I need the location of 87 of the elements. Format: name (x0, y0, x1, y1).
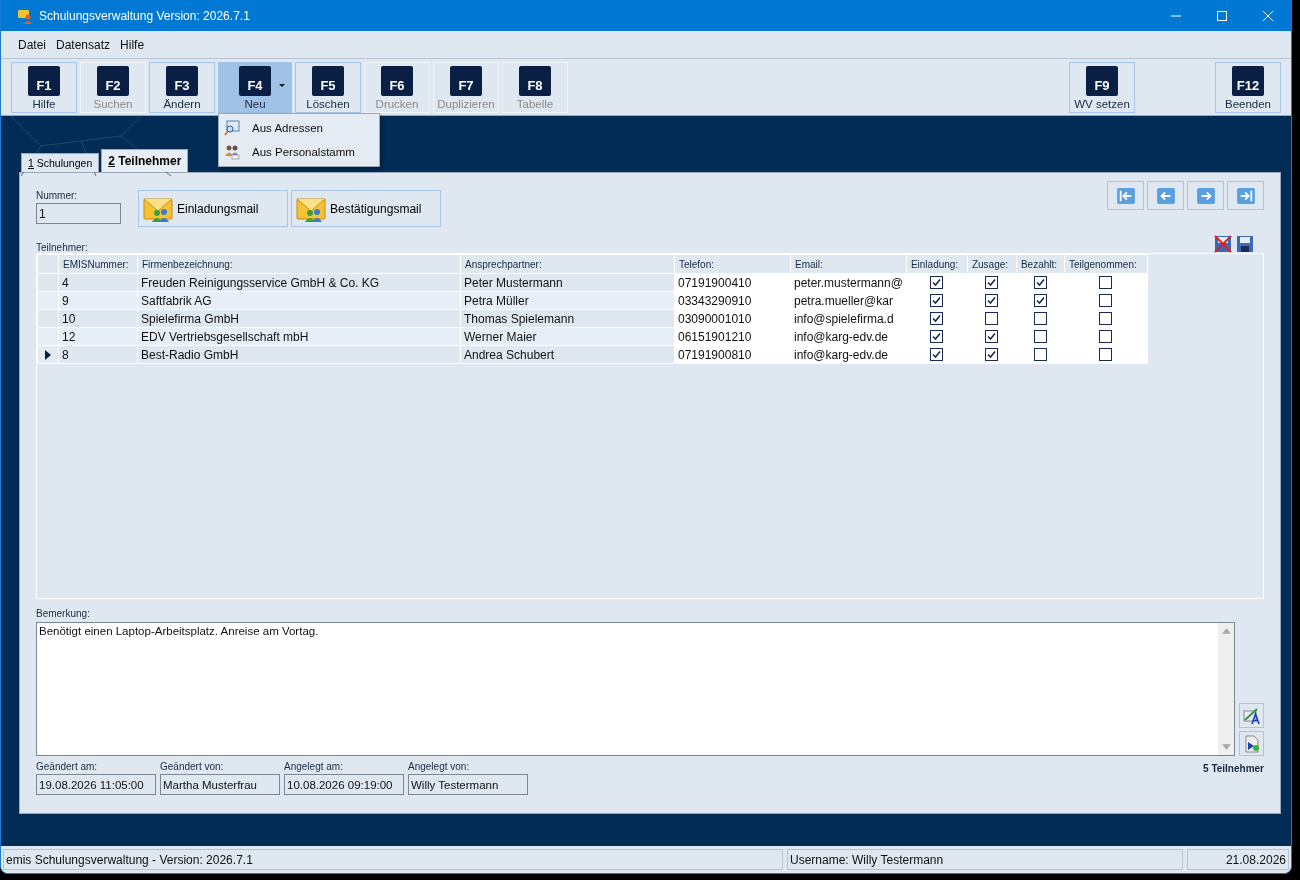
table-cell: Peter Mustermann (460, 273, 675, 292)
field-label: Angelegt von: (408, 761, 471, 772)
mail-button[interactable]: Einladungsmail (138, 190, 288, 227)
checkbox[interactable] (985, 276, 999, 289)
field-label: Nummer: (36, 190, 79, 201)
toolbar-button[interactable]: F1 Hilfe (11, 62, 77, 113)
checkbox[interactable] (1033, 348, 1047, 361)
table-cell: 10 (58, 309, 138, 328)
status-bar-panel: emis Schulungsverwaltung - Version: 2026.7.1 (3, 849, 783, 870)
search-icon (224, 120, 240, 136)
checkbox[interactable] (985, 330, 999, 343)
checkbox[interactable] (1033, 276, 1047, 289)
info-field[interactable]: Martha Musterfrau (160, 774, 280, 795)
row-pointer-icon (45, 349, 51, 360)
checkbox[interactable] (1033, 330, 1047, 343)
checkbox[interactable] (985, 312, 999, 325)
checkbox[interactable] (985, 294, 999, 307)
toolbar-button[interactable]: F4 Neu (218, 62, 292, 113)
arrow-left-icon (1156, 187, 1175, 204)
first-icon (1116, 187, 1135, 204)
field-label: Angelegt am: (284, 761, 344, 772)
column-header[interactable]: Zusage: (967, 254, 1017, 274)
menu-item[interactable]: Datei (18, 37, 46, 52)
table-cell: Thomas Spielemann (460, 309, 675, 328)
info-field[interactable]: Willy Testermann (408, 774, 528, 795)
toolbar-button[interactable]: F3 Ändern (149, 62, 215, 113)
checkbox[interactable] (930, 294, 944, 307)
checkbox[interactable] (1033, 312, 1047, 325)
checkbox[interactable] (1099, 348, 1113, 361)
checkbox[interactable] (1099, 312, 1113, 325)
field-label: Bemerkung: (36, 608, 91, 619)
next-record-button[interactable] (1187, 181, 1224, 210)
table-cell: Spielefirma GmbH (137, 309, 461, 328)
column-header[interactable]: EMISNummer: (58, 254, 138, 274)
people-icon (224, 144, 240, 160)
column-header[interactable]: Firmenbezeichnung: (137, 254, 461, 274)
tab[interactable]: 1 Schulungen (21, 153, 100, 172)
toolbar-button[interactable]: F5 Löschen (295, 62, 361, 113)
info-field[interactable]: 19.08.2026 11:05:00 (36, 774, 156, 795)
arrow-right-icon (1196, 187, 1215, 204)
run-document-button[interactable] (1239, 731, 1264, 756)
column-header[interactable]: Telefon: (674, 254, 791, 274)
first-record-button[interactable] (1107, 181, 1144, 210)
app-icon (17, 7, 33, 24)
save-icon[interactable] (1236, 235, 1254, 253)
window-title: Schulungsverwaltung Version: 2026.7.1 (39, 8, 250, 23)
last-icon (1236, 187, 1255, 204)
checkbox[interactable] (1099, 330, 1113, 343)
checkbox[interactable] (1099, 276, 1113, 289)
last-record-button[interactable] (1227, 181, 1264, 210)
checkbox[interactable] (930, 330, 944, 343)
table-cell: 4 (58, 273, 138, 292)
checkbox[interactable] (930, 348, 944, 361)
column-header[interactable]: Email: (790, 254, 907, 274)
table-cell: Best-Radio GmbH (137, 345, 461, 364)
table-cell: Andrea Schubert (460, 345, 675, 364)
column-header[interactable]: Bezahlt: (1016, 254, 1065, 274)
checkbox[interactable] (985, 348, 999, 361)
checkbox[interactable] (1099, 294, 1113, 307)
table-cell: 8 (58, 345, 138, 364)
status-bar-panel: Username: Willy Testermann (787, 849, 1183, 870)
remark-field[interactable]: Benötigt einen Laptop-Arbeitsplatz. Anreise am Vortag. (36, 622, 1235, 756)
previous-record-button[interactable] (1147, 181, 1184, 210)
tab[interactable]: 2 Teilnehmer (101, 149, 189, 172)
format-text-button[interactable] (1239, 703, 1264, 728)
menu-item[interactable]: Aus Adressen (219, 116, 379, 140)
column-header[interactable]: Teilgenommen: (1064, 254, 1148, 274)
checkbox[interactable] (1033, 294, 1047, 307)
table-cell: Freuden Reinigungsservice GmbH & Co. KG (137, 273, 461, 292)
menu-item[interactable]: Datensatz (56, 37, 111, 52)
checkbox[interactable] (930, 276, 944, 289)
menu-item[interactable]: Hilfe (120, 37, 145, 52)
delete-icon[interactable] (1214, 235, 1232, 253)
toolbar-button[interactable]: F9 WV setzen (1069, 62, 1135, 113)
checkbox[interactable] (930, 312, 944, 325)
participant-count: 5 Teilnehmer (1203, 763, 1264, 774)
column-header[interactable]: Einladung: (906, 254, 968, 274)
toolbar-button[interactable]: F12 Beenden (1215, 62, 1281, 113)
number-field[interactable]: 1 (36, 203, 121, 224)
column-header[interactable]: Ansprechpartner: (460, 254, 675, 274)
menu-item[interactable]: Aus Personalstamm (219, 140, 379, 164)
field-label: Geändert am: (36, 761, 99, 772)
info-field[interactable]: 10.08.2026 09:19:00 (284, 774, 404, 795)
section-label: Teilnehmer: (36, 242, 88, 253)
mail-button[interactable]: Bestätigungsmail (291, 190, 441, 227)
status-bar-panel: 21.08.2026 (1187, 849, 1289, 870)
field-label: Geändert von: (160, 761, 225, 772)
